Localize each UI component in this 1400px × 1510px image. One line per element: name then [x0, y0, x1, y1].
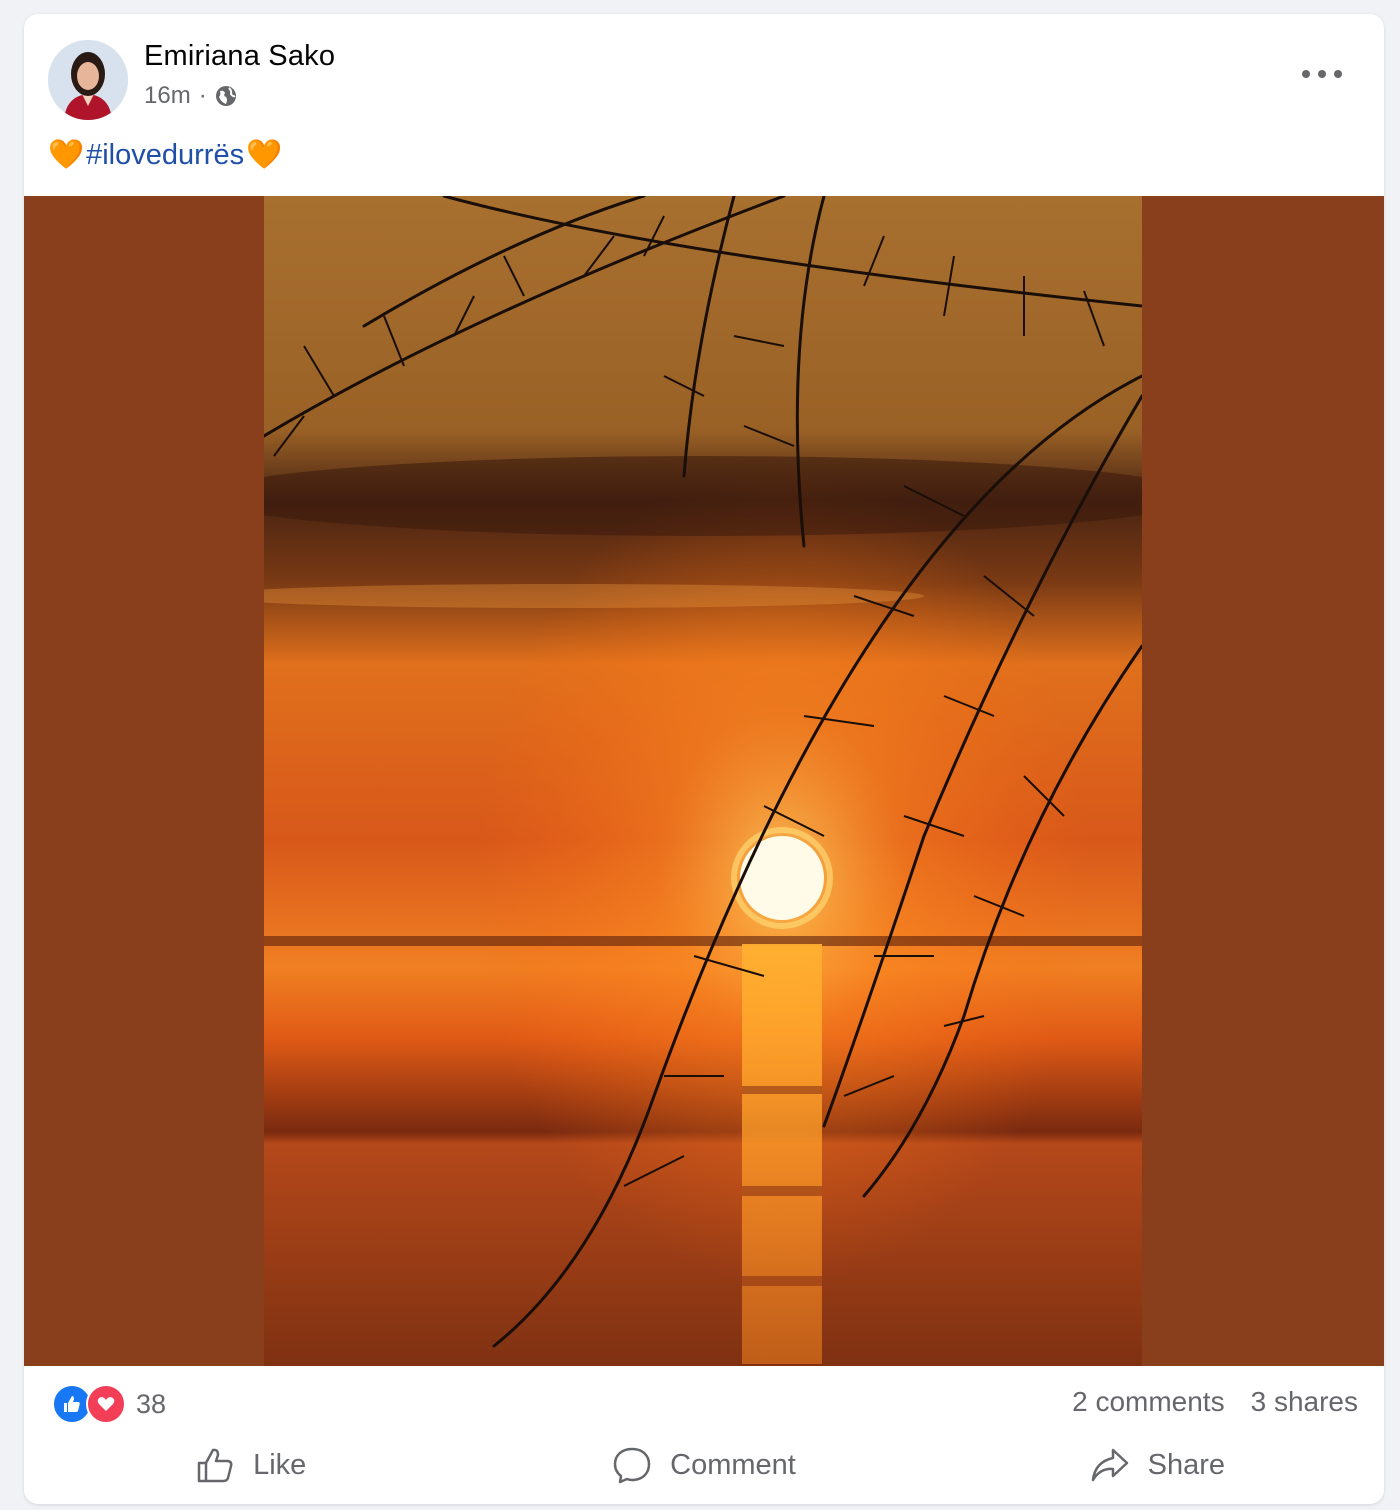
comments-count-link[interactable]: 2 comments	[1072, 1386, 1225, 1418]
sunset-photo[interactable]	[264, 196, 1142, 1366]
dot-icon	[1318, 70, 1326, 78]
more-options-button[interactable]	[1302, 64, 1342, 84]
post-meta: 16m ·	[144, 82, 237, 110]
post-media[interactable]	[24, 196, 1384, 1366]
love-reaction-icon	[86, 1384, 126, 1424]
post-actions: Like Comment Share	[24, 1432, 1384, 1498]
reaction-count: 38	[136, 1388, 167, 1419]
reactions-summary[interactable]: 38	[52, 1384, 166, 1424]
share-button[interactable]: Share	[931, 1432, 1384, 1498]
author-avatar[interactable]	[48, 40, 128, 120]
post-header: Emiriana Sako 16m · 🧡 #ilovedurrës 🧡	[24, 14, 1384, 194]
orange-heart-emoji: 🧡	[246, 139, 283, 171]
post-time[interactable]: 16m	[144, 82, 191, 110]
orange-heart-emoji: 🧡	[48, 139, 85, 171]
like-button[interactable]: Like	[24, 1432, 477, 1498]
globe-icon[interactable]	[215, 85, 237, 107]
share-label: Share	[1147, 1448, 1226, 1481]
meta-separator: ·	[198, 82, 207, 109]
shares-count-link[interactable]: 3 shares	[1251, 1386, 1358, 1418]
post-stats: 38 2 comments 3 shares	[24, 1366, 1384, 1438]
comment-button[interactable]: Comment	[477, 1432, 930, 1498]
post-caption: 🧡 #ilovedurrës 🧡	[48, 138, 282, 172]
hashtag-link[interactable]: #ilovedurrës	[86, 139, 244, 172]
author-name[interactable]: Emiriana Sako	[144, 40, 335, 73]
avatar-portrait-icon	[48, 40, 128, 120]
post-card: Emiriana Sako 16m · 🧡 #ilovedurrës 🧡 38 …	[24, 14, 1384, 1504]
engagement-counts: 2 comments 3 shares	[1072, 1386, 1358, 1418]
comment-label: Comment	[670, 1448, 796, 1481]
thumbs-up-icon	[197, 1448, 233, 1483]
comment-bubble-icon	[613, 1447, 651, 1484]
share-arrow-icon	[1091, 1448, 1128, 1482]
dot-icon	[1302, 70, 1310, 78]
dot-icon	[1334, 70, 1342, 78]
like-label: Like	[253, 1448, 307, 1481]
